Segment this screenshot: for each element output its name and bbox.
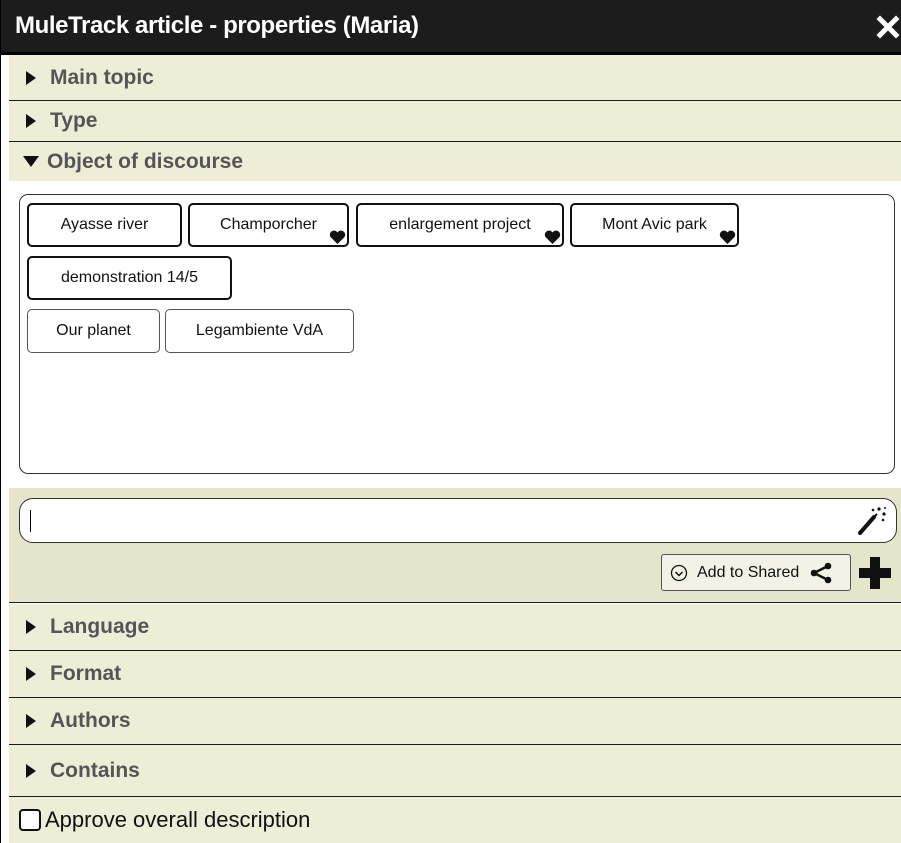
window-title: MuleTrack article - properties (Maria) — [15, 12, 419, 39]
section-contains-label: Contains — [50, 758, 140, 782]
section-language[interactable]: Language — [9, 604, 901, 651]
heart-icon — [544, 230, 561, 244]
section-object-of-discourse[interactable]: Object of discourse — [9, 142, 901, 181]
approve-checkbox[interactable] — [19, 809, 41, 831]
section-format-label: Format — [50, 662, 122, 685]
triangle-right-icon — [26, 763, 36, 778]
section-language-label: Language — [50, 615, 150, 638]
magic-wand-icon[interactable] — [854, 505, 888, 537]
topic-chip-label: Ayasse river — [60, 216, 149, 233]
close-icon[interactable] — [876, 13, 900, 41]
approve-bar: Approve overall description — [9, 797, 901, 843]
topic-entry-panel: Add to Shared — [9, 488, 901, 603]
triangle-right-icon — [26, 620, 36, 634]
section-type[interactable]: Type — [9, 101, 901, 142]
properties-window: MuleTrack article - properties (Maria) M… — [0, 0, 901, 843]
topic-chip-label: Mont Avic park — [602, 216, 707, 233]
section-authors-label: Authors — [50, 709, 131, 732]
section-authors[interactable]: Authors — [9, 698, 901, 745]
topic-chip-label: Champorcher — [220, 216, 317, 233]
section-contains[interactable]: Contains — [9, 745, 901, 797]
share-icon — [810, 562, 832, 583]
topic-chip-our-planet[interactable]: Our planet — [27, 309, 160, 353]
approve-label[interactable]: Approve overall description — [45, 807, 310, 833]
section-format[interactable]: Format — [9, 651, 901, 698]
topic-search-input[interactable] — [30, 507, 830, 535]
plus-icon[interactable] — [858, 556, 892, 590]
topic-chip-demonstration[interactable]: demonstration 14/5 — [27, 256, 232, 300]
heart-icon — [719, 230, 736, 244]
add-to-shared-button[interactable]: Add to Shared — [661, 554, 851, 591]
triangle-right-icon — [26, 114, 36, 128]
heart-icon — [329, 230, 346, 244]
topic-chip-ayasse-river[interactable]: Ayasse river — [27, 203, 182, 247]
topic-chip-label: Our planet — [56, 322, 131, 339]
check-circle-icon — [670, 564, 688, 581]
triangle-down-icon — [23, 156, 39, 167]
section-main-topic[interactable]: Main topic — [9, 55, 901, 101]
section-main-topic-label: Main topic — [50, 65, 154, 89]
triangle-right-icon — [26, 714, 36, 728]
topic-chip-enlargement-project[interactable]: enlargement project — [356, 203, 564, 247]
topic-chip-label: Legambiente VdA — [195, 322, 324, 339]
topics-box: Ayasse river Champorcher enlargement pro… — [19, 194, 895, 474]
topic-chip-label: enlargement project — [389, 216, 531, 233]
title-bar: MuleTrack article - properties (Maria) — [1, 0, 901, 55]
topic-chip-legambiente-vda[interactable]: Legambiente VdA — [165, 309, 354, 353]
object-of-discourse-panel: Ayasse river Champorcher enlargement pro… — [9, 181, 901, 488]
add-to-shared-label: Add to Shared — [697, 563, 800, 581]
topic-chip-mont-avic-park[interactable]: Mont Avic park — [570, 203, 739, 247]
topic-chip-label: demonstration 14/5 — [61, 269, 198, 286]
section-object-of-discourse-label: Object of discourse — [47, 149, 244, 173]
triangle-right-icon — [26, 667, 36, 681]
section-type-label: Type — [50, 109, 98, 132]
topic-search-field[interactable] — [19, 498, 897, 543]
triangle-right-icon — [26, 70, 36, 85]
topic-chip-champorcher[interactable]: Champorcher — [188, 203, 349, 247]
